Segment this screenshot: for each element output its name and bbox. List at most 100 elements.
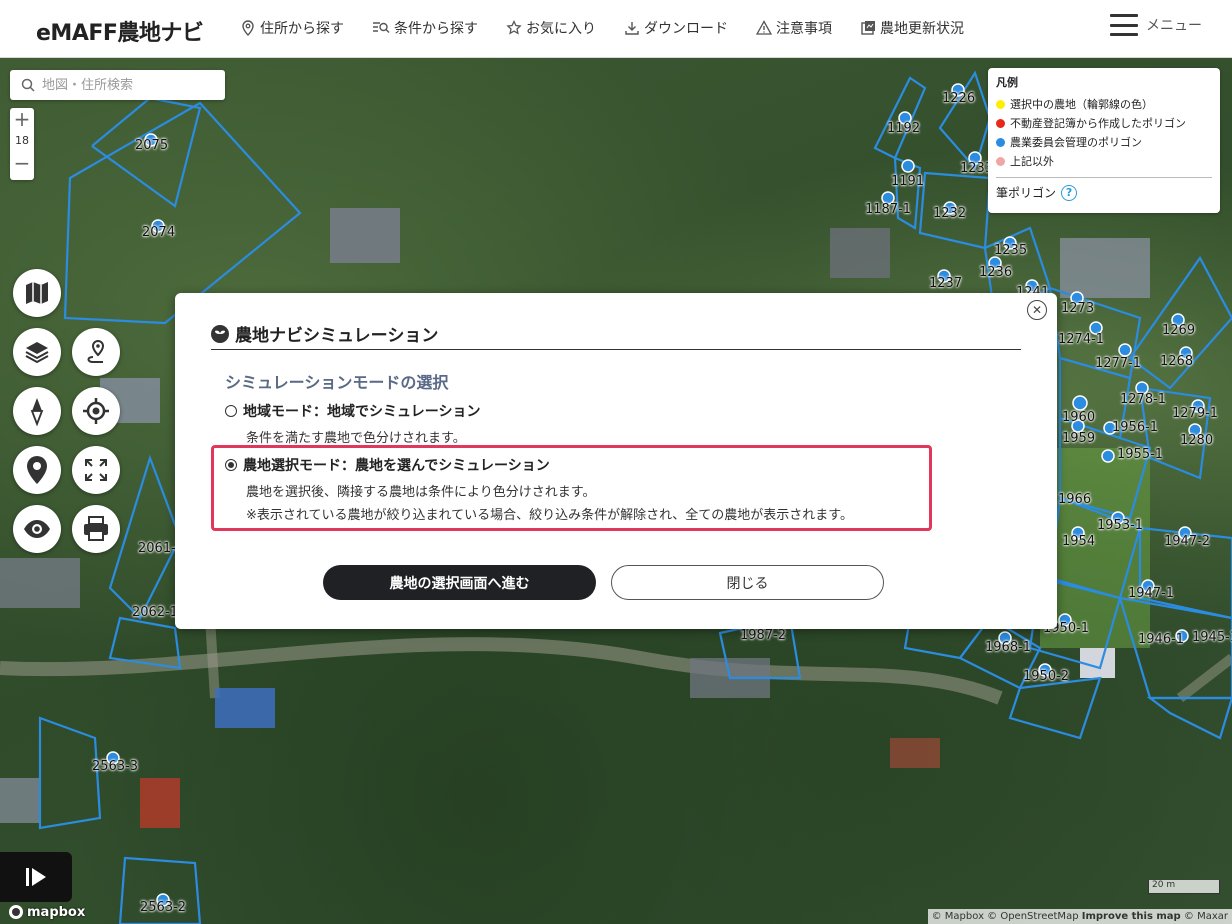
parcel-label: 1268 [1160,354,1194,369]
scale-bar: 20 m [1148,880,1220,894]
region-mode-label: 地域モード：地域でシミュレーション [243,404,481,420]
parcel-label: 1187-1 [865,202,912,217]
legend-item-label: 選択中の農地（輪郭線の色） [1010,98,1153,111]
legend-item: 不動産登記簿から作成したポリゴン [996,115,1212,131]
legend-red-dot-icon [996,118,1005,128]
menu-label: メニュー [1146,18,1202,34]
close-dialog-button[interactable]: 閉じる [611,565,884,600]
layers-button[interactable] [13,328,61,376]
nav-label: ダウンロード [644,21,728,37]
nav-favorites[interactable]: お気に入り [506,18,596,38]
parcel-label: 1959 [1062,431,1096,446]
parcel-label: 2563-2 [140,900,187,915]
play-button[interactable] [0,852,72,902]
current-location-button[interactable] [72,387,120,435]
map-icon [26,282,48,304]
parcel-label: 1278-1 [1120,392,1167,407]
parcel-label: 1280 [1180,433,1214,448]
mapbox-logo[interactable]: mapbox [8,904,85,920]
mapbox-icon [9,905,23,919]
attribution-mapbox-osm[interactable]: © Mapbox © OpenStreetMap [932,911,1079,922]
map-attribution: © Mapbox © OpenStreetMap Improve this ma… [927,909,1232,924]
improve-map-link[interactable]: Improve this map [1082,911,1181,922]
legend-polygon-row: 筆ポリゴン ? [996,184,1212,201]
legend-item: 上記以外 [996,153,1212,169]
parcel-label: 1968-1 [985,640,1032,655]
mapbox-text: mapbox [27,904,86,920]
mode-section-heading: シミュレーションモードの選択 [225,373,449,392]
nav-notes[interactable]: 注意事項 [756,18,832,38]
parcel-mode-desc: 農地を選択後、隣接する農地は条件により色分けされます。 [246,485,596,500]
parcel-label: 1955-1 [1117,447,1164,462]
parcel-label: 1235 [994,243,1028,258]
nav-label: 注意事項 [776,21,832,37]
legend-divider [996,177,1212,178]
download-icon [625,22,639,35]
print-button[interactable] [72,505,120,553]
play-icon [26,868,46,886]
nav-address-search[interactable]: 住所から探す [240,18,344,38]
menu-button[interactable]: メニュー [1110,14,1202,36]
dialog-title: 農地ナビシミュレーション [235,326,439,346]
visibility-button[interactable] [13,505,61,553]
nav-update-status[interactable]: 農地更新状況 [860,18,964,38]
fullscreen-button[interactable] [72,446,120,494]
parcel-mode-label: 農地選択モード：農地を選んでシミュレーション [243,458,550,474]
legend-title: 凡例 [996,76,1018,89]
parcel-label: 1945-1 [1192,630,1232,645]
zoom-out-button[interactable]: − [10,152,34,174]
crosshair-icon [83,398,109,424]
region-mode-radio[interactable] [225,405,237,417]
parcel-label: 1947-2 [1164,534,1211,549]
parcel-label: 2074 [142,225,176,240]
warning-icon [756,20,772,35]
app-logo[interactable]: eMAFF農地ナビ [36,15,204,47]
map-search-box[interactable] [10,70,225,100]
parcel-label: 1987-2 [740,628,787,643]
legend-item: 農業委員会管理のポリゴン [996,134,1212,150]
parcel-mode-radio[interactable] [225,459,237,471]
compass-button[interactable] [13,387,61,435]
parcel-mode-option[interactable]: 農地選択モード：農地を選んでシミュレーション 農地を選択後、隣接する農地は条件に… [225,455,853,523]
main-nav: 住所から探す 条件から探す お気に入り ダウンロード 注意事項 農地更新状況 [240,18,992,38]
zoom-in-button[interactable]: + [10,108,34,130]
proceed-to-selection-button[interactable]: 農地の選択画面へ進む [323,565,596,600]
basemap-button[interactable] [13,269,61,317]
filter-search-icon [373,22,390,33]
sprout-icon [211,324,229,343]
location-pin-icon [27,456,47,484]
route-pin-icon [87,339,105,363]
nav-label: 農地更新状況 [880,21,964,37]
parcel-label: 2075 [135,138,169,153]
legend-yellow-dot-icon [996,99,1005,109]
update-icon [861,21,875,35]
search-icon [21,78,35,92]
map-search-input[interactable] [40,76,214,94]
legend-item-label: 農業委員会管理のポリゴン [1010,136,1142,149]
parcel-label: 1232 [933,206,967,221]
parcel-label: 2062-1 [132,605,179,620]
parcel-label: 1192 [887,121,921,136]
nav-condition-search[interactable]: 条件から探す [372,18,478,38]
parcel-mode-note: ※表示されている農地が絞り込まれている場合、絞り込み条件が解除され、全ての農地が… [246,508,853,523]
parcel-label: 1953-1 [1097,518,1144,533]
parcel-label: 1947-1 [1128,586,1175,601]
title-divider [211,349,1021,350]
legend-polygon-label: 筆ポリゴン [996,186,1057,200]
help-icon[interactable]: ? [1061,184,1078,201]
eye-icon [24,520,50,538]
nav-download[interactable]: ダウンロード [624,18,728,38]
printer-icon [84,516,108,541]
dialog-close-icon[interactable]: ✕ [1027,300,1047,320]
layers-icon [25,342,49,364]
region-mode-option[interactable]: 地域モード：地域でシミュレーション 条件を満たす農地で色分けされます。 [225,401,480,446]
map-legend: 凡例 選択中の農地（輪郭線の色） 不動産登記簿から作成したポリゴン 農業委員会管… [988,68,1220,213]
parcel-label: 1274-1 [1058,332,1105,347]
pin-button[interactable] [13,446,61,494]
parcel-label: 1237 [929,276,963,291]
attribution-maxar[interactable]: © Maxar [1184,911,1228,922]
parcel-label: 1273 [1061,301,1095,316]
parcel-label: 1960 [1062,410,1096,425]
route-button[interactable] [72,328,120,376]
zoom-control: + 18 − [10,108,34,180]
